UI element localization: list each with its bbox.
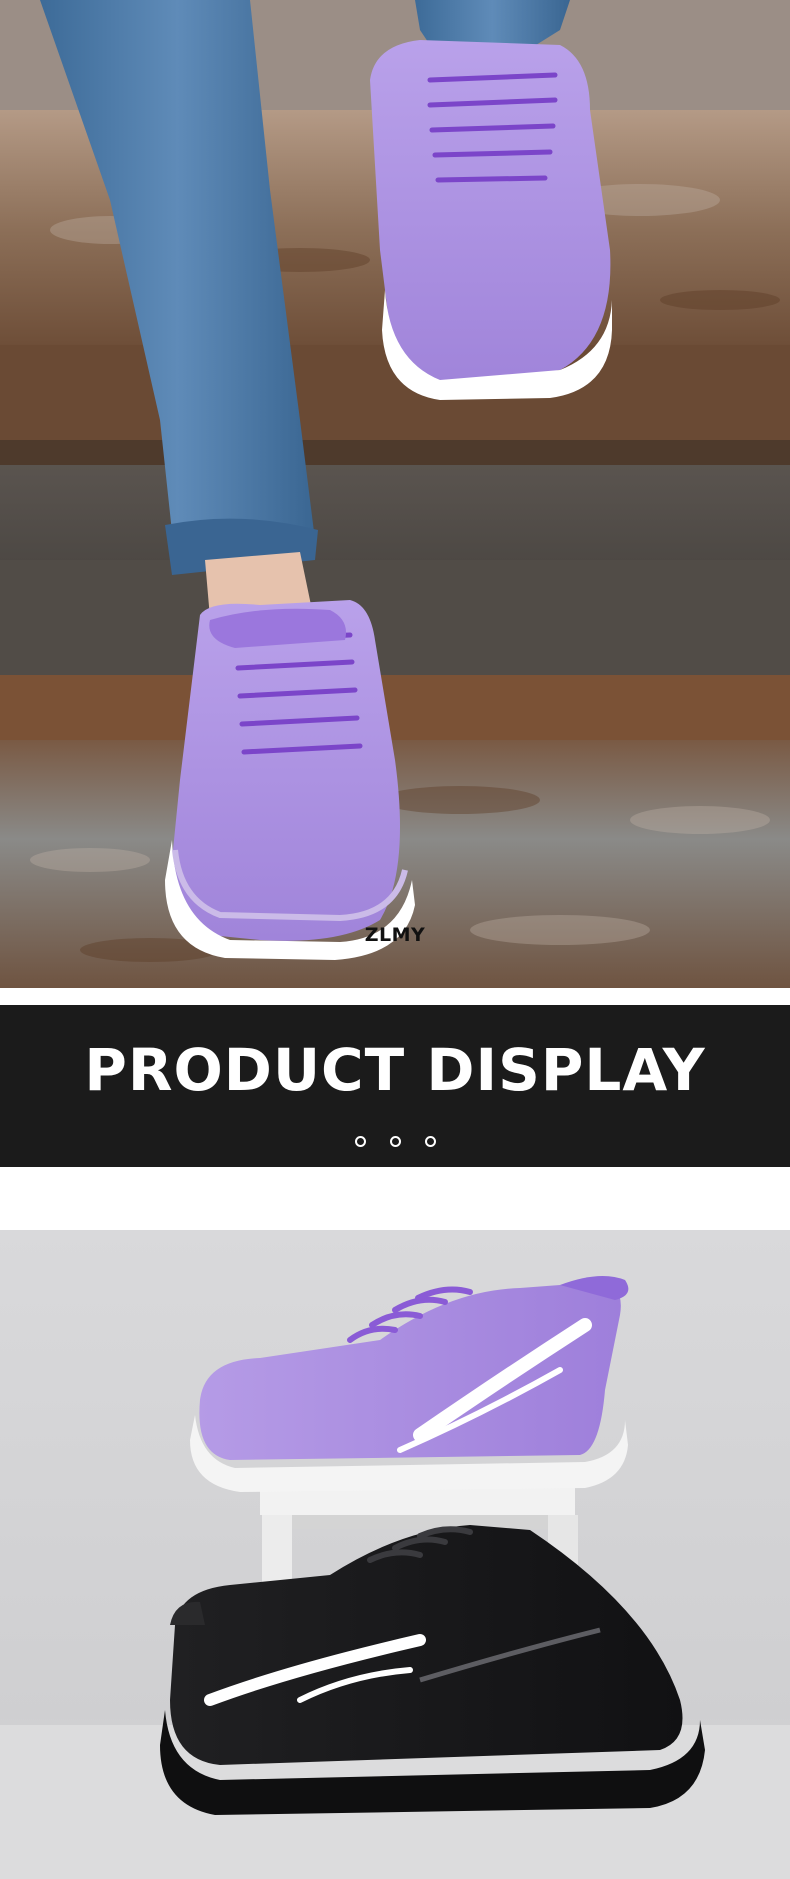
dot-3 <box>424 1136 436 1147</box>
dot-1 <box>354 1136 366 1147</box>
section-banner: PRODUCT DISPLAY <box>0 1005 790 1167</box>
hero-illustration <box>0 0 790 988</box>
brand-watermark: ZLMY <box>364 924 426 946</box>
shoe-upper <box>370 40 612 400</box>
section-title: PRODUCT DISPLAY <box>84 1036 706 1104</box>
hero-photo: ZLMY <box>0 0 790 988</box>
dot-2 <box>389 1136 401 1147</box>
product-illustration <box>0 1230 790 1879</box>
product-detail-page: ZLMY PRODUCT DISPLAY <box>0 0 790 1879</box>
product-photo <box>0 1230 790 1879</box>
dot-indicator <box>0 1136 790 1147</box>
